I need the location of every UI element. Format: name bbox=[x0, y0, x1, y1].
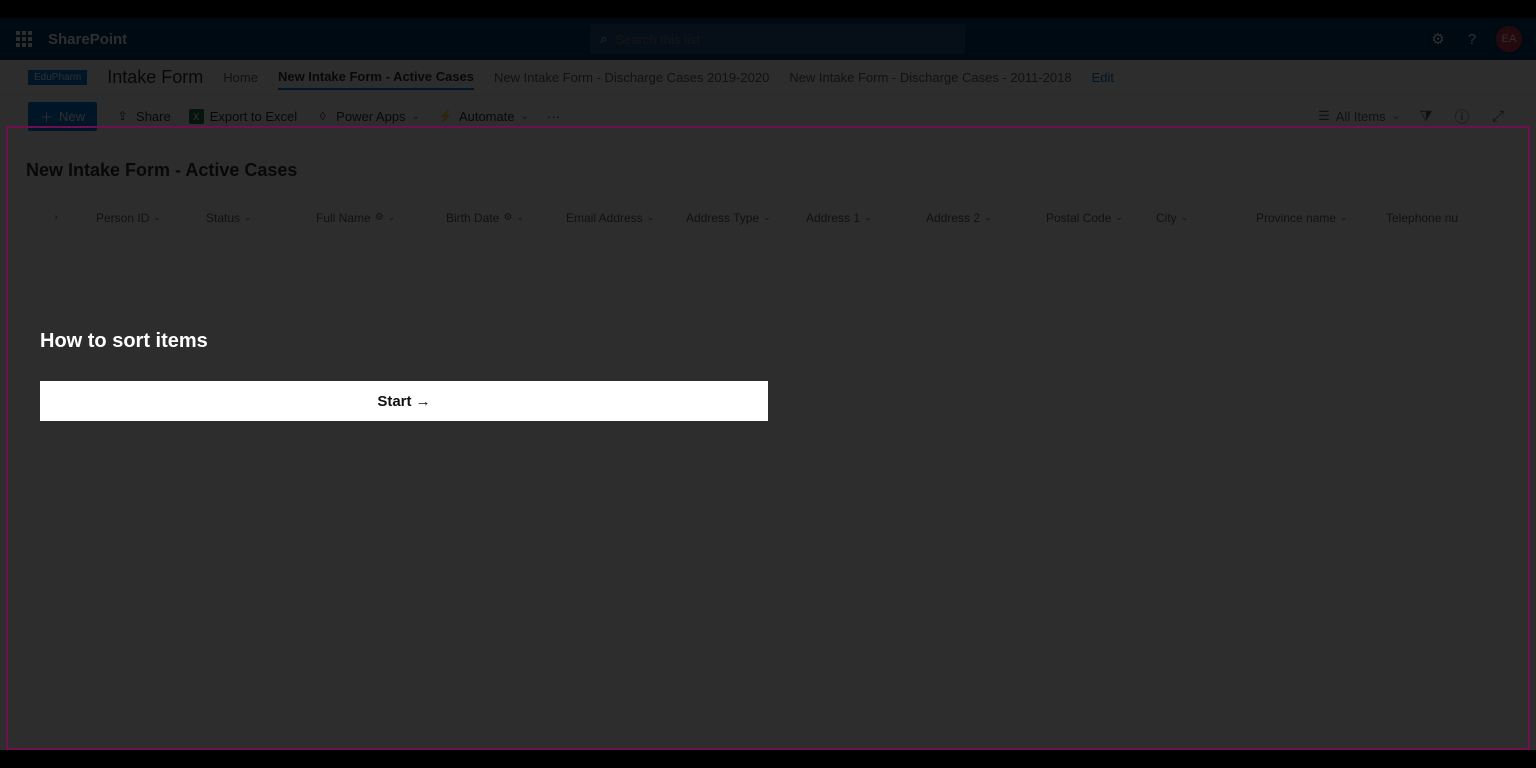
tutorial-panel: How to sort items Start → bbox=[40, 330, 770, 421]
tutorial-title: How to sort items bbox=[40, 330, 770, 353]
tutorial-highlight-frame bbox=[6, 126, 1530, 750]
tutorial-start-label: Start → bbox=[377, 393, 430, 410]
tutorial-start-button[interactable]: Start → bbox=[40, 381, 768, 421]
